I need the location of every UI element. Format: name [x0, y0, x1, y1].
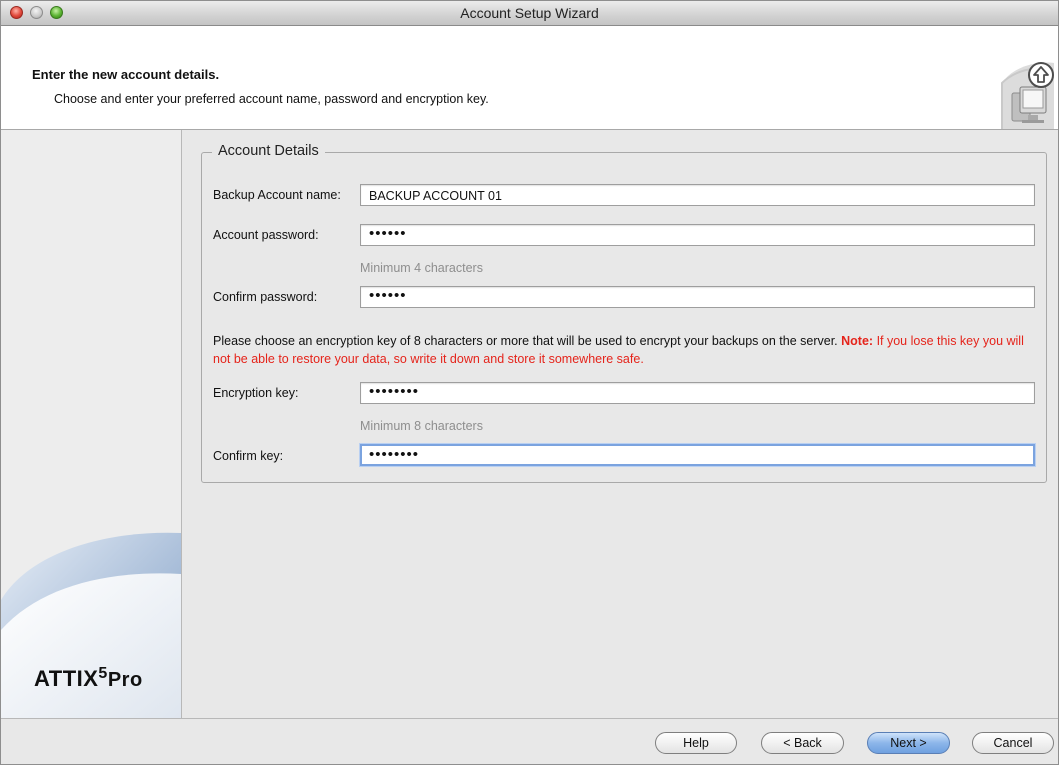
confirm-key-input[interactable]: •••••••• — [360, 444, 1035, 466]
step-heading: Enter the new account details. — [32, 67, 220, 82]
decorative-swoosh — [1, 532, 181, 718]
next-button[interactable]: Next > — [867, 732, 950, 754]
cancel-button[interactable]: Cancel — [972, 732, 1054, 754]
brand-superscript: 5 — [98, 665, 108, 682]
account-password-input[interactable]: •••••• — [360, 224, 1035, 246]
attix5-pro-logo: ATTIX5Pro — [34, 665, 143, 692]
account-details-group: Account Details Backup Account name: BAC… — [201, 143, 1047, 483]
encryption-key-hint: Minimum 8 characters — [360, 419, 483, 433]
group-legend: Account Details — [212, 143, 325, 159]
wizard-header: Enter the new account details. Choose an… — [1, 26, 1058, 130]
brand-suffix: Pro — [107, 669, 143, 691]
brand-name: ATTIX — [34, 666, 99, 691]
wizard-content: Account Details Backup Account name: BAC… — [182, 130, 1058, 718]
confirm-password-input[interactable]: •••••• — [360, 286, 1035, 308]
window-title: Account Setup Wizard — [460, 5, 599, 21]
branding-panel: ATTIX5Pro — [1, 130, 182, 718]
wizard-window: Account Setup Wizard Enter the new accou… — [0, 0, 1059, 765]
computer-upload-icon — [1001, 62, 1054, 129]
account-name-label: Backup Account name: — [213, 188, 341, 202]
back-button[interactable]: < Back — [761, 732, 844, 754]
encryption-info-text: Please choose an encryption key of 8 cha… — [213, 332, 1043, 368]
password-hint: Minimum 4 characters — [360, 261, 483, 275]
encryption-key-input[interactable]: •••••••• — [360, 382, 1035, 404]
help-button[interactable]: Help — [655, 732, 737, 754]
account-password-label: Account password: — [213, 228, 319, 242]
encryption-info-main: Please choose an encryption key of 8 cha… — [213, 334, 838, 348]
note-label: Note: — [841, 334, 874, 348]
encryption-key-label: Encryption key: — [213, 386, 299, 400]
account-name-input[interactable]: BACKUP ACCOUNT 01 — [360, 184, 1035, 206]
button-bar: Help < Back Next > Cancel — [1, 718, 1058, 764]
step-subtitle: Choose and enter your preferred account … — [54, 92, 489, 106]
confirm-password-label: Confirm password: — [213, 290, 318, 304]
title-bar[interactable]: Account Setup Wizard — [1, 1, 1058, 26]
confirm-key-label: Confirm key: — [213, 449, 284, 463]
